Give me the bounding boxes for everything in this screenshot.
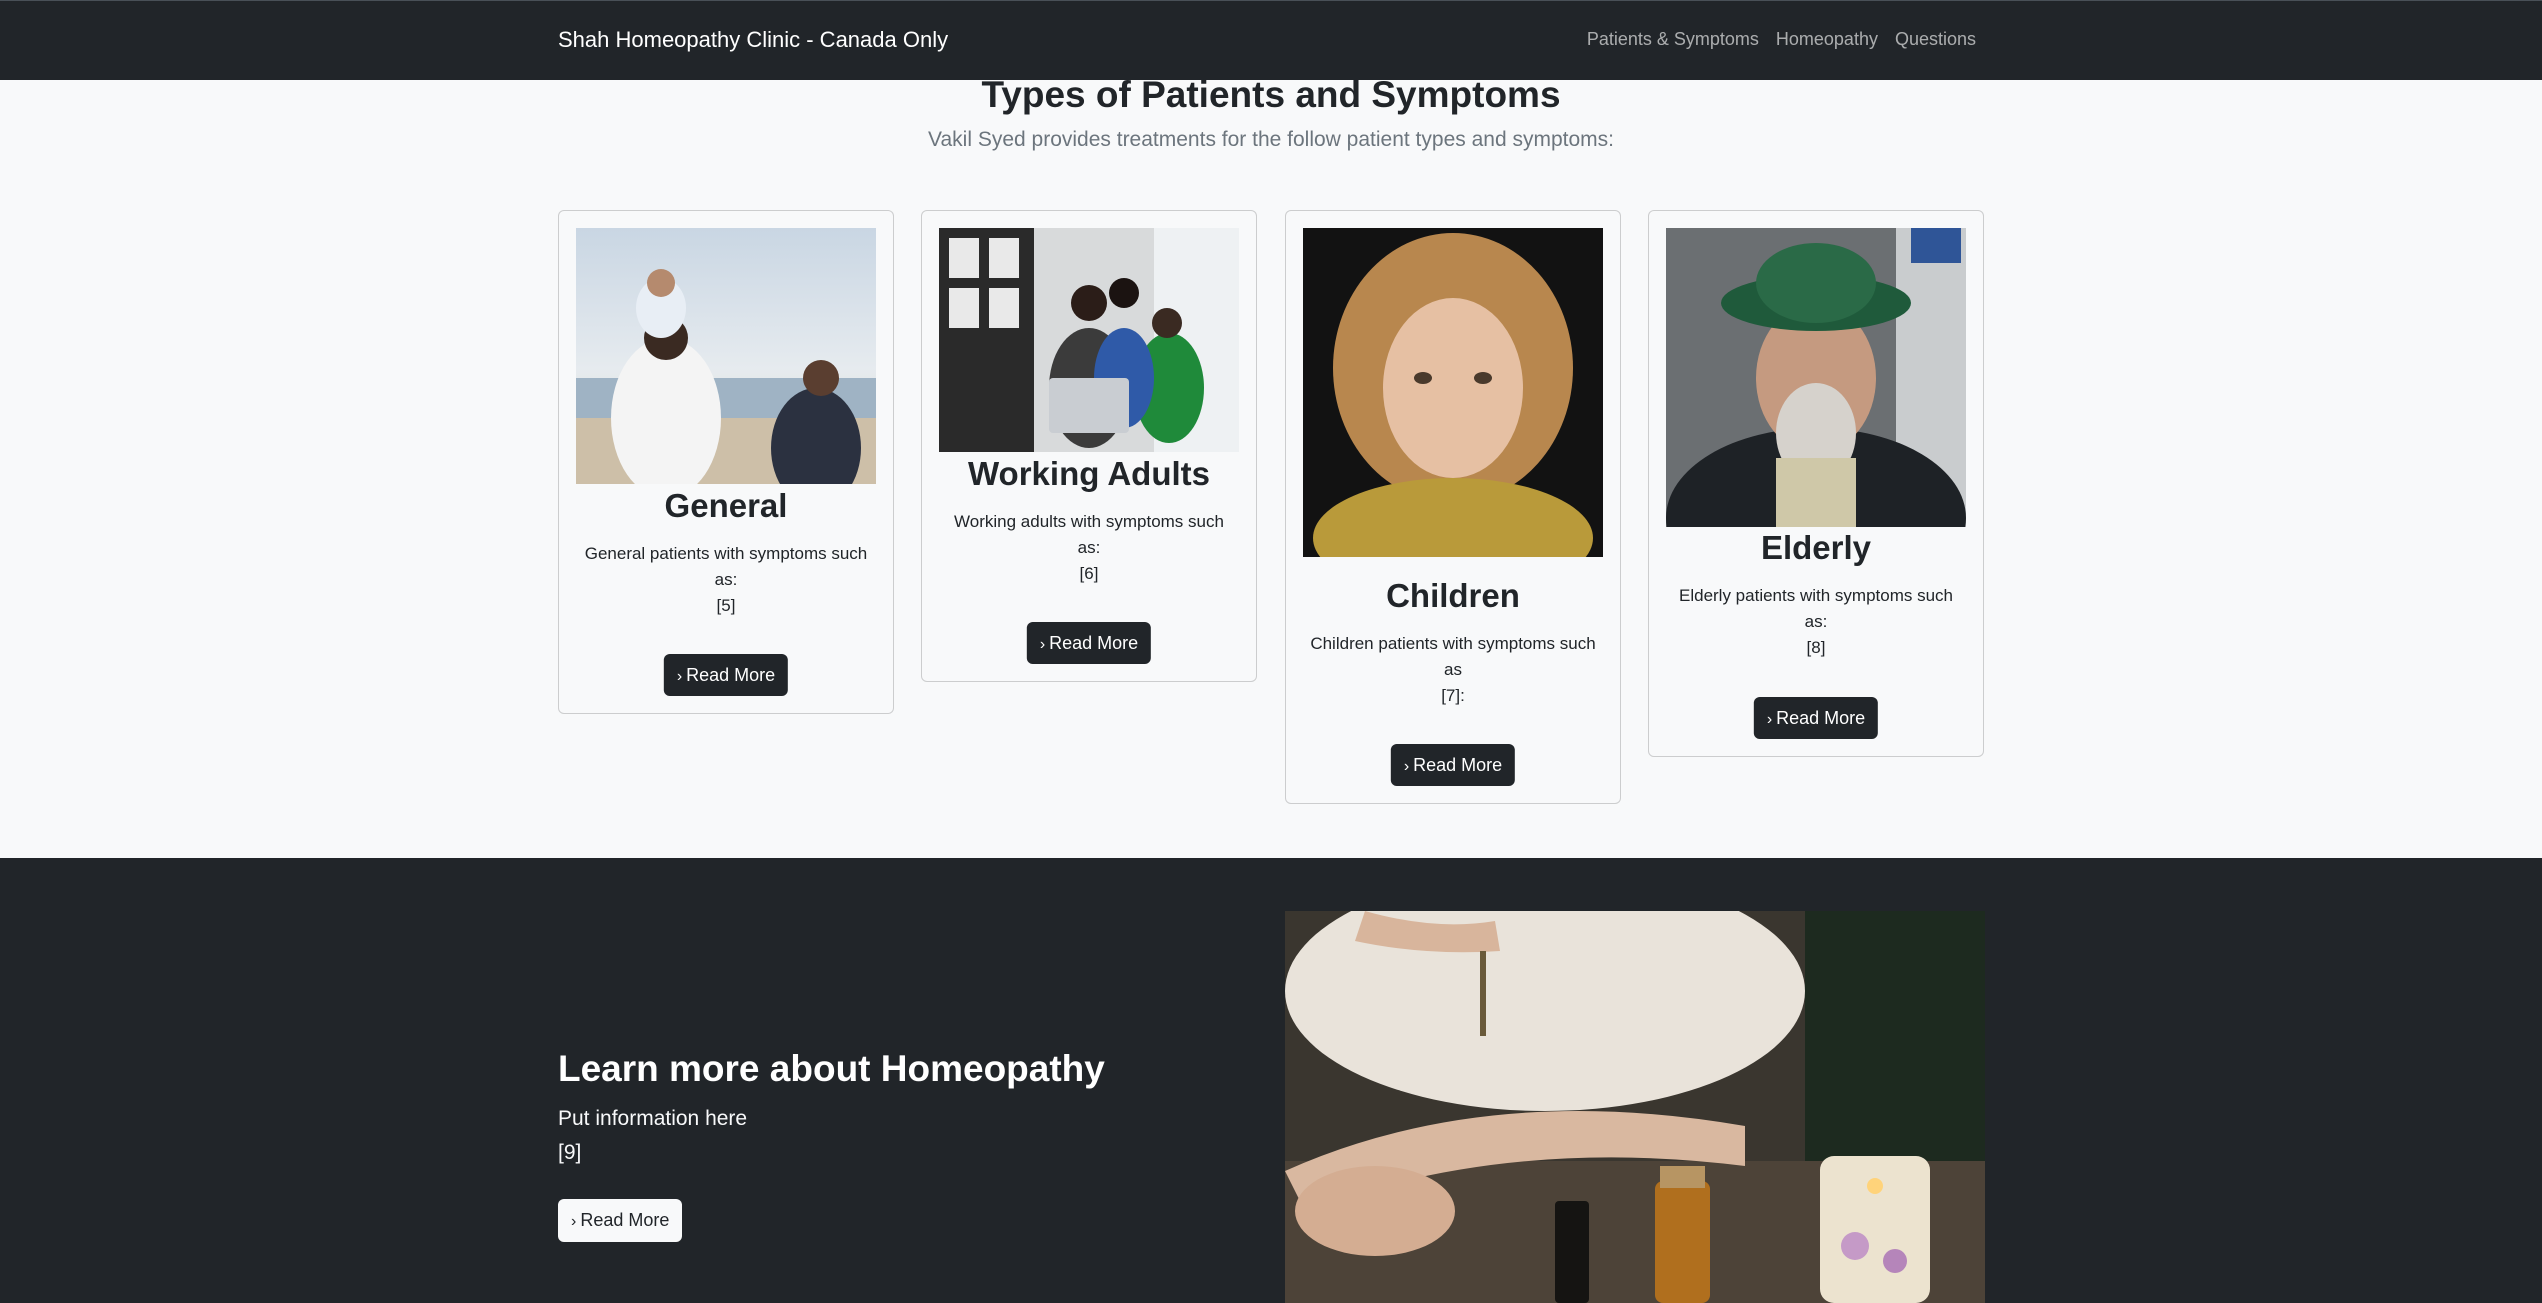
patient-card-elderly: Elderly Elderly patients with symptoms s… (1648, 210, 1984, 757)
card-text: Elderly patients with symptoms such as: … (1669, 583, 1963, 661)
chevron-right-icon: › (1766, 711, 1773, 728)
patients-section-title: Types of Patients and Symptoms (981, 74, 1561, 115)
read-more-button[interactable]: › Read More (1753, 697, 1879, 739)
read-more-button[interactable]: › Read More (1026, 622, 1152, 664)
family-at-beach-photo (576, 228, 876, 484)
patient-card-children: Children Children patients with symptoms… (1285, 210, 1621, 804)
patients-section-subtitle: Vakil Syed provides treatments for the f… (928, 128, 1614, 151)
chevron-right-icon: › (1039, 636, 1046, 653)
card-reference: [8] (1806, 638, 1826, 657)
card-title: Elderly (1760, 529, 1872, 566)
patient-card-general: General General patients with symptoms s… (558, 210, 894, 714)
homeopathy-read-more-button[interactable]: › Read More (558, 1199, 683, 1242)
nav-links: Patients & Symptoms Homeopathy Questions (1570, 29, 1976, 50)
patient-card-working-adults: Working Adults Working adults with sympt… (921, 210, 1257, 682)
elderly-man-green-hat-photo (1666, 228, 1966, 527)
read-more-button[interactable]: › Read More (1390, 744, 1516, 786)
chevron-right-icon: › (676, 668, 683, 685)
curly-haired-child-photo (1303, 228, 1603, 557)
homeopathy-title: Learn more about Homeopathy (558, 1048, 1105, 1089)
card-text: Children patients with symptoms such as … (1306, 631, 1600, 709)
card-reference: [5] (716, 596, 736, 615)
nav-link-questions[interactable]: Questions (1895, 29, 1976, 50)
card-reference: [6] (1079, 564, 1099, 583)
coworkers-with-laptop-photo (939, 228, 1239, 452)
navbar: Shah Homeopathy Clinic - Canada Only Pat… (0, 0, 2542, 80)
nav-link-patients-symptoms[interactable]: Patients & Symptoms (1587, 29, 1759, 50)
card-reference: [7]: (1441, 686, 1465, 705)
card-title: General (664, 487, 788, 524)
card-text: General patients with symptoms such as: … (579, 541, 873, 619)
homeopathy-reference: [9] (558, 1141, 582, 1164)
homeopathy-section: Learn more about Homeopathy Put informat… (0, 858, 2542, 1303)
read-more-button[interactable]: › Read More (663, 654, 789, 696)
nav-link-homeopathy[interactable]: Homeopathy (1776, 29, 1878, 50)
card-title: Working Adults (968, 455, 1210, 492)
brand-link[interactable]: Shah Homeopathy Clinic - Canada Only (558, 27, 948, 53)
essential-oils-dropper-photo (1285, 911, 1985, 1303)
card-text: Working adults with symptoms such as: [6… (942, 509, 1236, 587)
chevron-right-icon: › (571, 1213, 577, 1230)
homeopathy-info: Put information here [9] (558, 1107, 748, 1164)
card-title: Children (1386, 577, 1520, 614)
chevron-right-icon: › (1403, 758, 1410, 775)
